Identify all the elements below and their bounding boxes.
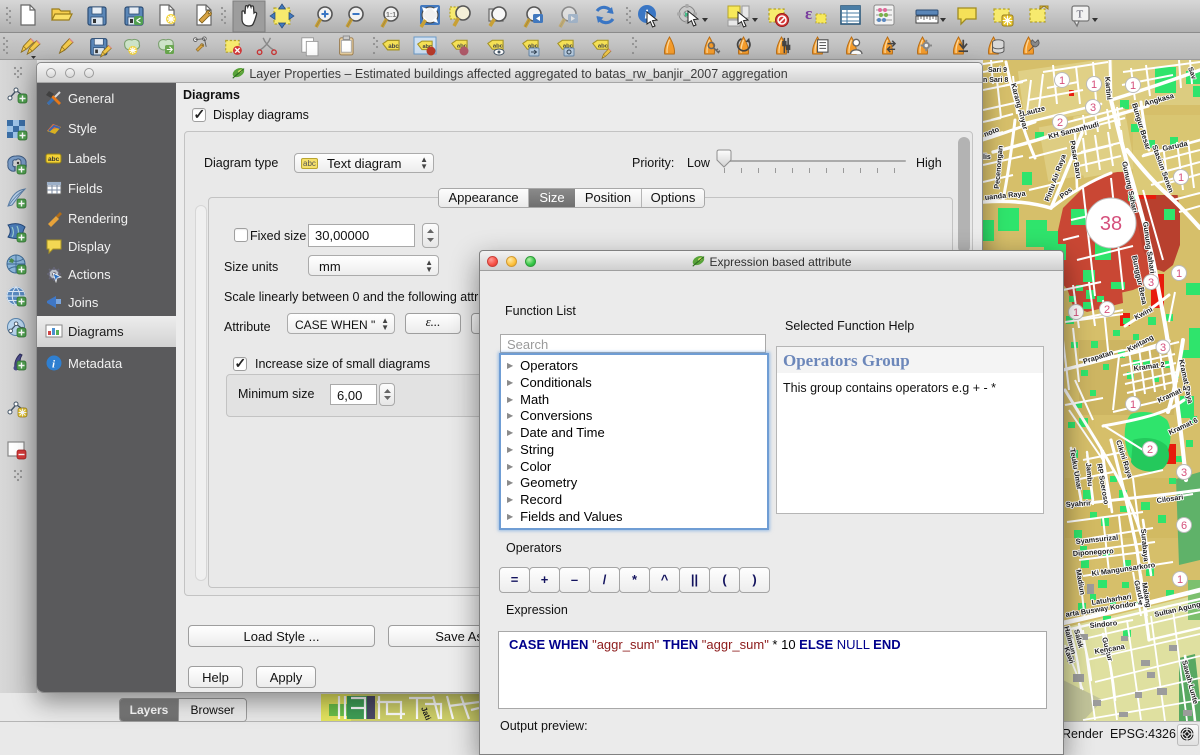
svg-text:2: 2 bbox=[1147, 444, 1153, 456]
svg-text:Sari 9: Sari 9 bbox=[988, 67, 1007, 74]
svg-text:3: 3 bbox=[1148, 277, 1154, 289]
svg-text:Syahrir: Syahrir bbox=[1066, 498, 1092, 509]
svg-text:n Sari 8: n Sari 8 bbox=[983, 77, 1008, 84]
svg-text:1: 1 bbox=[1130, 399, 1136, 411]
svg-text:1: 1 bbox=[1059, 75, 1065, 87]
svg-text:T: T bbox=[1077, 9, 1084, 21]
svg-text:6: 6 bbox=[1181, 520, 1187, 532]
svg-text:2: 2 bbox=[1104, 304, 1110, 316]
svg-text:1: 1 bbox=[1176, 268, 1182, 280]
svg-text:abc: abc bbox=[48, 156, 60, 163]
svg-text:1: 1 bbox=[1178, 172, 1184, 184]
svg-text:38: 38 bbox=[1100, 213, 1122, 235]
svg-text:1: 1 bbox=[1091, 79, 1097, 91]
svg-text:2: 2 bbox=[1057, 117, 1063, 129]
svg-text:3: 3 bbox=[1090, 102, 1096, 114]
svg-text:lis: lis bbox=[983, 154, 991, 161]
svg-text:1:1: 1:1 bbox=[386, 12, 396, 19]
svg-text:3: 3 bbox=[1181, 467, 1187, 479]
svg-text:1: 1 bbox=[1073, 307, 1079, 319]
svg-text:1: 1 bbox=[1130, 80, 1136, 92]
svg-text:1: 1 bbox=[1177, 574, 1183, 586]
svg-text:ε: ε bbox=[805, 4, 812, 23]
svg-text:3: 3 bbox=[1160, 342, 1166, 354]
